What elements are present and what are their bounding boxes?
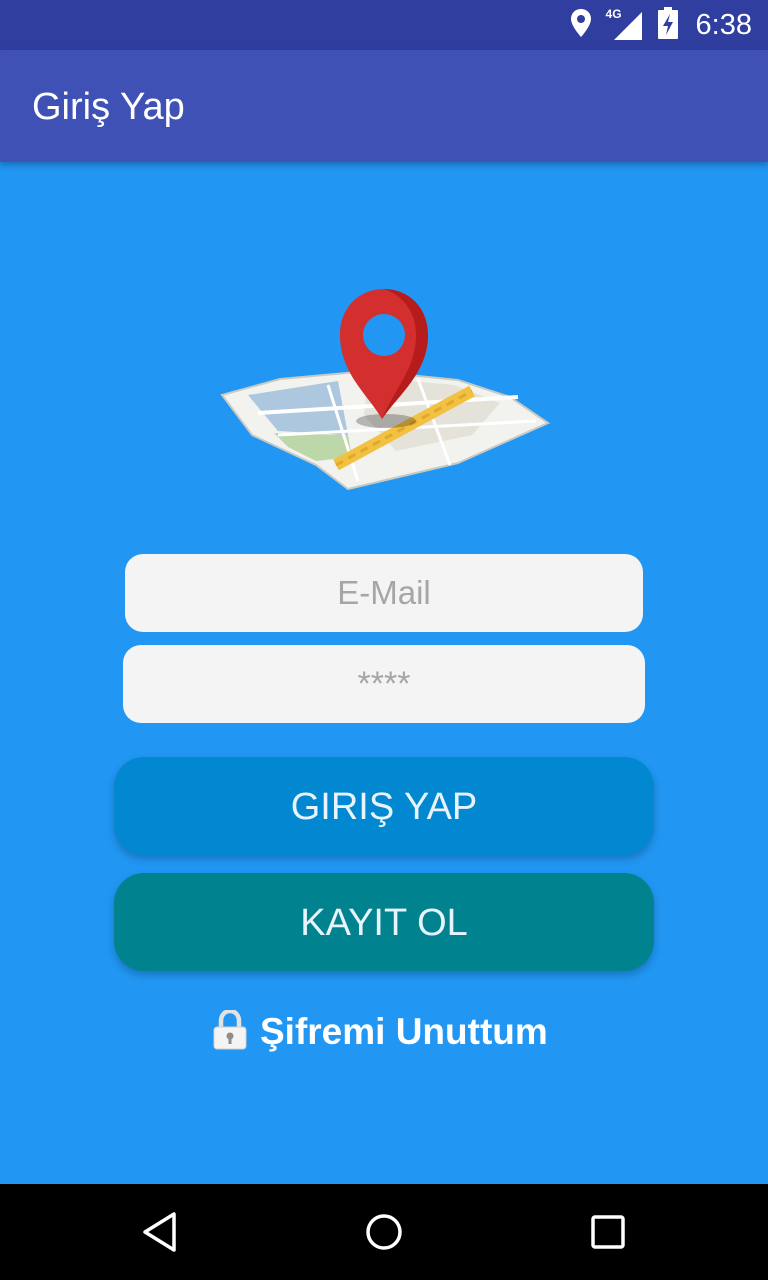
recents-icon[interactable]: [578, 1202, 638, 1262]
battery-icon: [657, 6, 678, 44]
email-field[interactable]: [125, 554, 643, 632]
password-field[interactable]: [123, 645, 645, 723]
register-button[interactable]: KAYIT OL: [114, 873, 654, 971]
forgot-password-label: Şifremi Unuttum: [260, 1011, 548, 1052]
map-pin-icon: [218, 285, 551, 495]
page-title: Giriş Yap: [32, 86, 185, 128]
navigation-bar: [0, 1184, 768, 1280]
login-button[interactable]: GIRIŞ YAP: [114, 757, 654, 855]
back-icon[interactable]: [130, 1202, 190, 1262]
signal-icon: 4G: [606, 7, 644, 40]
status-bar: 4G 6:38: [0, 0, 768, 50]
forgot-password-link[interactable]: Şifremi Unuttum: [212, 1006, 548, 1058]
status-time: 6:38: [695, 8, 752, 41]
app-bar: Giriş Yap: [0, 50, 768, 162]
home-icon[interactable]: [354, 1202, 414, 1262]
location-icon: [570, 8, 592, 43]
lock-icon: [212, 1008, 248, 1055]
status-icons: 4G 6:38: [570, 0, 752, 50]
